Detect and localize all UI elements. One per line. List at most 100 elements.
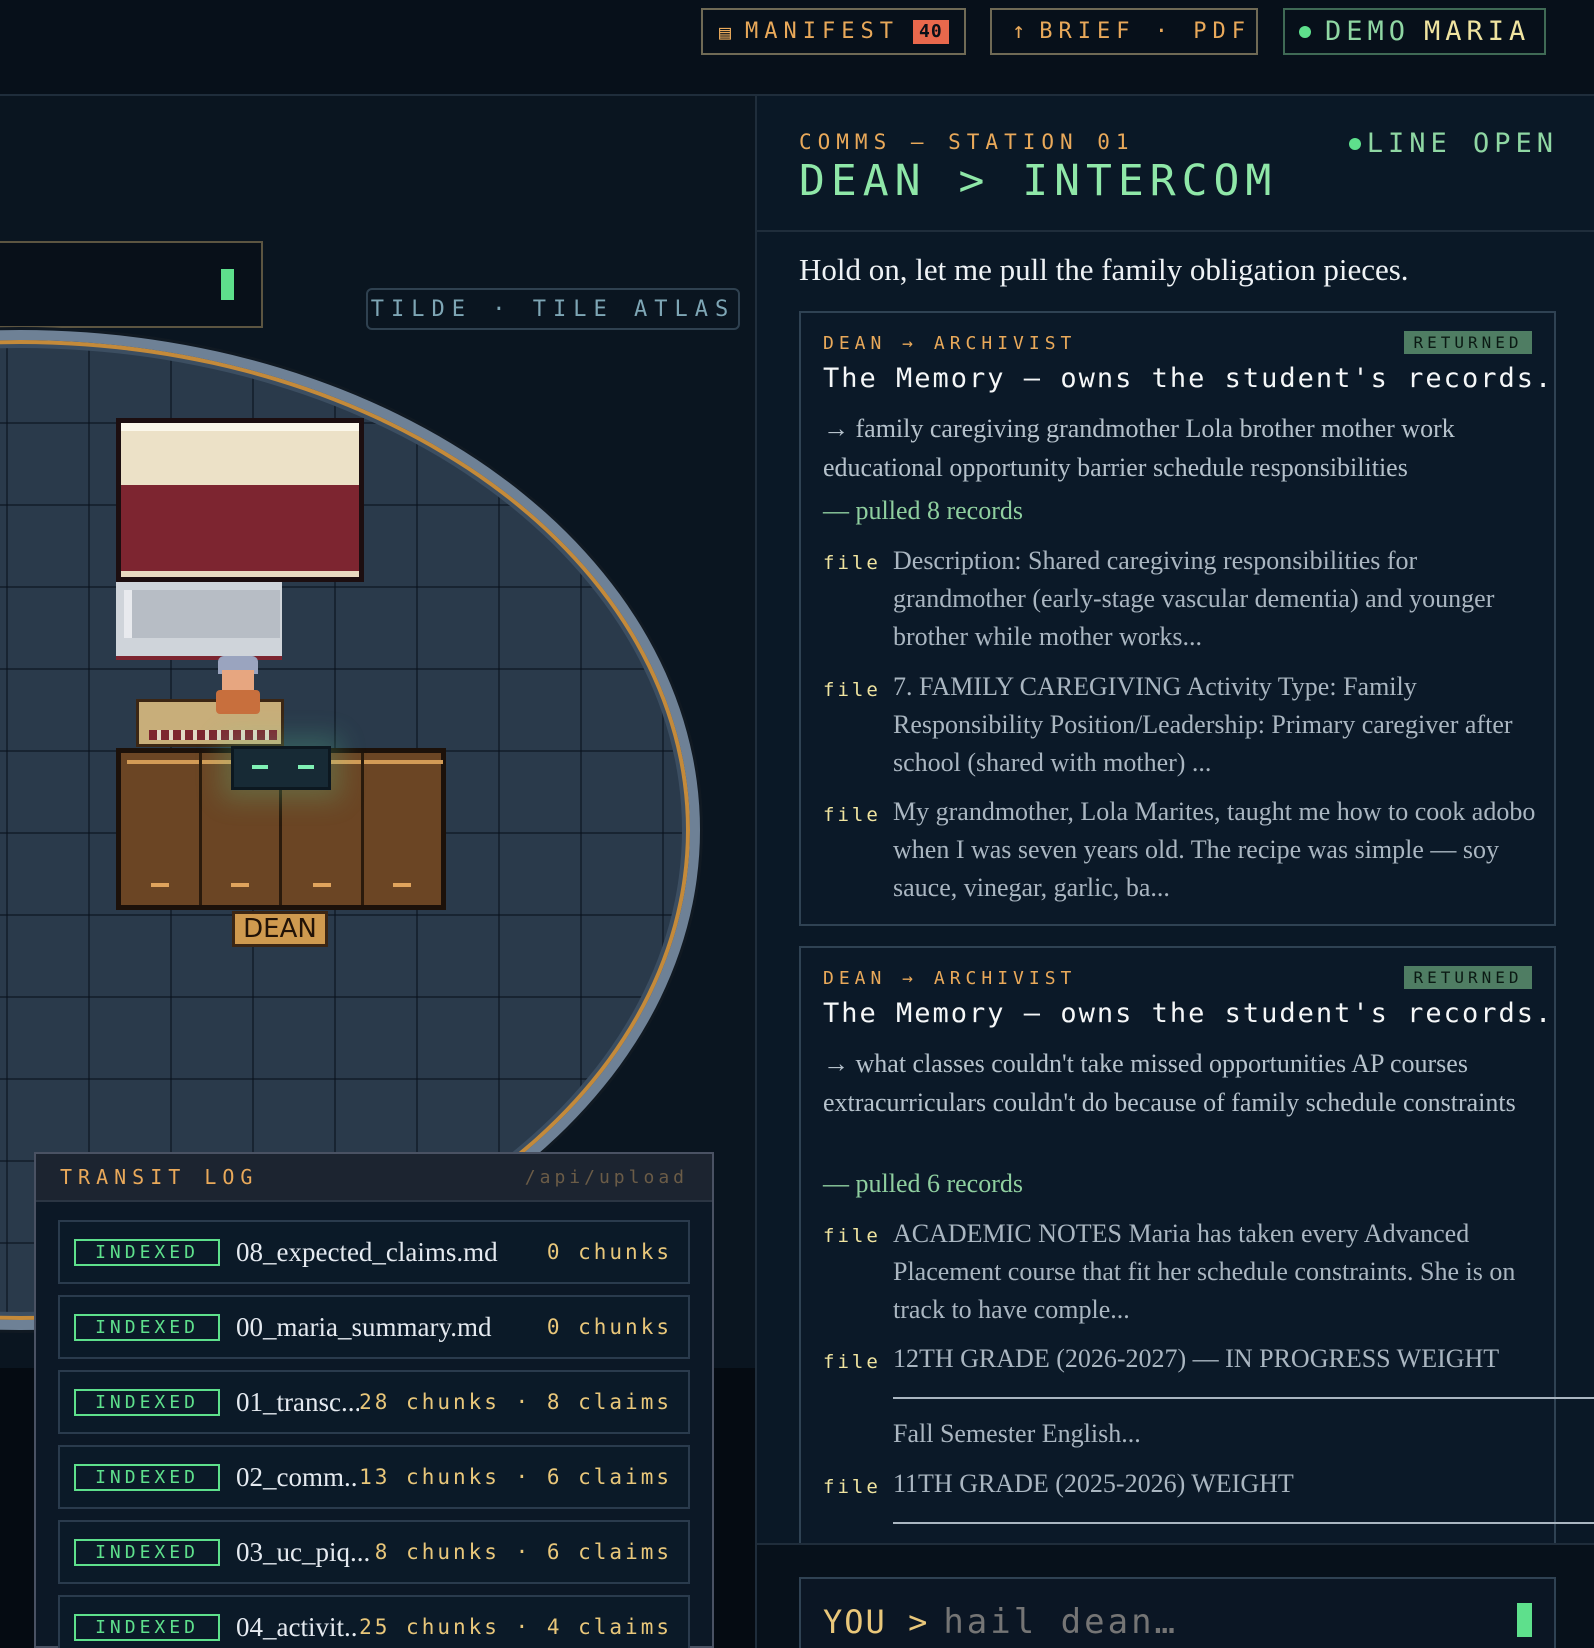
log-file-name: 01_transc... <box>236 1386 360 1417</box>
record-text[interactable]: ACADEMIC NOTES Maria has taken every Adv… <box>893 1215 1543 1329</box>
indexed-badge: INDEXED <box>74 1313 220 1341</box>
archivist-call-card: DEAN → ARCHIVIST RETURNED The Memory — o… <box>799 311 1556 926</box>
record-label: file <box>823 804 881 826</box>
record-text[interactable]: My grandmother, Lola Marites, taught me … <box>893 793 1543 907</box>
rug-sprite <box>116 582 282 660</box>
dean-body <box>216 690 260 714</box>
drawer-handle <box>231 883 249 887</box>
transit-log-path: /api/upload <box>524 1166 688 1188</box>
manifest-label: MANIFEST <box>745 19 900 44</box>
status-badge: RETURNED <box>1404 966 1532 989</box>
demo-user-name: MARIA <box>1424 16 1531 47</box>
transit-log-title: TRANSIT LOG <box>60 1165 259 1189</box>
record-label: file <box>823 552 881 574</box>
bed-sheet <box>121 423 359 485</box>
log-file-name: 02_comm... <box>236 1461 360 1492</box>
dean-character-sprite[interactable] <box>212 656 264 718</box>
books-sprite <box>149 730 277 740</box>
cursor-icon <box>1517 1603 1532 1637</box>
manifest-button[interactable]: ▤ MANIFEST 40 <box>701 8 966 55</box>
log-meta: 0 chunks <box>546 1315 672 1339</box>
dean-nameplate[interactable]: DEAN <box>232 911 328 947</box>
log-meta: 13 chunks · 6 claims <box>359 1465 672 1489</box>
card-title: The Memory — owns the student's records. <box>823 363 1554 394</box>
log-meta: 25 chunks · 4 claims <box>359 1615 672 1639</box>
dean-message: Hold on, let me pull the family obligati… <box>799 252 1409 287</box>
line-status: LINE OPEN <box>1348 128 1558 159</box>
record-text-continued[interactable]: Fall Semester English... <box>893 1415 1543 1453</box>
chat-input[interactable] <box>943 1602 1504 1642</box>
terminal-light <box>252 765 268 769</box>
bed-sprite <box>116 418 364 582</box>
log-file-name: 03_uc_piq... <box>236 1536 371 1567</box>
record-text[interactable]: 11TH GRADE (2025-2026) WEIGHT <box>893 1465 1543 1503</box>
indexed-badge: INDEXED <box>74 1388 220 1416</box>
transit-log-panel: TRANSIT LOG /api/upload INDEXED 08_expec… <box>34 1152 714 1648</box>
manifest-count-badge: 40 <box>913 19 949 44</box>
log-row[interactable]: INDEXED 04_activit... 25 chunks · 4 clai… <box>58 1595 690 1648</box>
station-label: COMMS — STATION 01 <box>799 130 1135 154</box>
rug-shade <box>124 590 280 638</box>
record-divider <box>893 1522 1594 1524</box>
log-row[interactable]: INDEXED 08_expected_claims.md 0 chunks <box>58 1220 690 1284</box>
bed-foot <box>121 571 359 577</box>
page-title: DEAN > INTERCOM <box>799 156 1278 206</box>
log-file-name: 04_activit... <box>236 1611 360 1642</box>
pulled-count: — pulled 8 records <box>823 496 1024 525</box>
input-prefix: YOU > <box>823 1603 930 1641</box>
counter-divider <box>199 753 202 905</box>
record-text[interactable]: 7. FAMILY CAREGIVING Activity Type: Fami… <box>893 668 1543 782</box>
indexed-badge: INDEXED <box>74 1613 220 1641</box>
comms-header: COMMS — STATION 01 DEAN > INTERCOM LINE … <box>757 96 1594 232</box>
counter-divider <box>361 753 364 905</box>
indexed-badge: INDEXED <box>74 1463 220 1491</box>
query-text: → family caregiving grandmother Lola bro… <box>823 414 1455 482</box>
terminal-sprite[interactable] <box>231 746 331 790</box>
log-meta: 8 chunks · 6 claims <box>374 1540 672 1564</box>
chat-input-area: YOU > <box>757 1543 1594 1648</box>
chat-input-box[interactable]: YOU > <box>799 1577 1556 1648</box>
record-label: file <box>823 679 881 701</box>
drawer-handle <box>313 883 331 887</box>
record-label: file <box>823 1351 881 1373</box>
line-status-label: LINE OPEN <box>1366 128 1558 159</box>
log-row[interactable]: INDEXED 00_maria_summary.md 0 chunks <box>58 1295 690 1359</box>
record-text[interactable]: Description: Shared caregiving responsib… <box>893 542 1543 656</box>
demo-label: DEMO <box>1325 16 1411 47</box>
tile-atlas-label[interactable]: TILDE · TILE ATLAS <box>366 288 740 330</box>
drawer-handle <box>151 883 169 887</box>
indexed-badge: INDEXED <box>74 1538 220 1566</box>
log-meta: 0 chunks <box>546 1240 672 1264</box>
record-text[interactable]: 12TH GRADE (2026-2027) — IN PROGRESS WEI… <box>893 1340 1543 1378</box>
status-badge: RETURNED <box>1404 331 1532 354</box>
terminal-light <box>298 765 314 769</box>
card-title: The Memory — owns the student's records. <box>823 998 1554 1029</box>
dean-face <box>222 670 254 690</box>
comms-panel: COMMS — STATION 01 DEAN > INTERCOM LINE … <box>755 96 1594 1648</box>
log-row[interactable]: INDEXED 02_comm... 13 chunks · 6 claims <box>58 1445 690 1509</box>
drawer-handle <box>393 883 411 887</box>
pulled-count: — pulled 6 records <box>823 1169 1024 1198</box>
call-route: DEAN → ARCHIVIST <box>823 333 1077 354</box>
upload-arrow-icon: ↑ <box>1012 19 1026 44</box>
record-label: file <box>823 1225 881 1247</box>
cursor-icon <box>221 269 234 300</box>
log-row[interactable]: INDEXED 01_transc... 28 chunks · 8 claim… <box>58 1370 690 1434</box>
record-divider <box>893 1397 1594 1399</box>
log-meta: 28 chunks · 8 claims <box>359 1390 672 1414</box>
log-file-name: 00_maria_summary.md <box>236 1311 492 1342</box>
record-label: file <box>823 1476 881 1498</box>
query-text: → what classes couldn't take missed oppo… <box>823 1049 1516 1117</box>
archivist-call-card: DEAN → ARCHIVIST RETURNED The Memory — o… <box>799 946 1594 1548</box>
indexed-badge: INDEXED <box>74 1238 220 1266</box>
call-route: DEAN → ARCHIVIST <box>823 968 1077 989</box>
demo-user-button[interactable]: DEMO MARIA <box>1283 8 1546 55</box>
log-row[interactable]: INDEXED 03_uc_piq... 8 chunks · 6 claims <box>58 1520 690 1584</box>
brief-pdf-button[interactable]: ↑ BRIEF · PDF <box>990 8 1258 55</box>
top-bar: ▤ MANIFEST 40 ↑ BRIEF · PDF DEMO MARIA <box>0 0 1594 96</box>
document-icon: ▤ <box>719 19 732 44</box>
status-dot-icon <box>1299 25 1311 38</box>
transit-log-header: TRANSIT LOG /api/upload <box>36 1154 712 1202</box>
log-file-name: 08_expected_claims.md <box>236 1236 498 1267</box>
brief-label: BRIEF · PDF <box>1039 19 1251 44</box>
